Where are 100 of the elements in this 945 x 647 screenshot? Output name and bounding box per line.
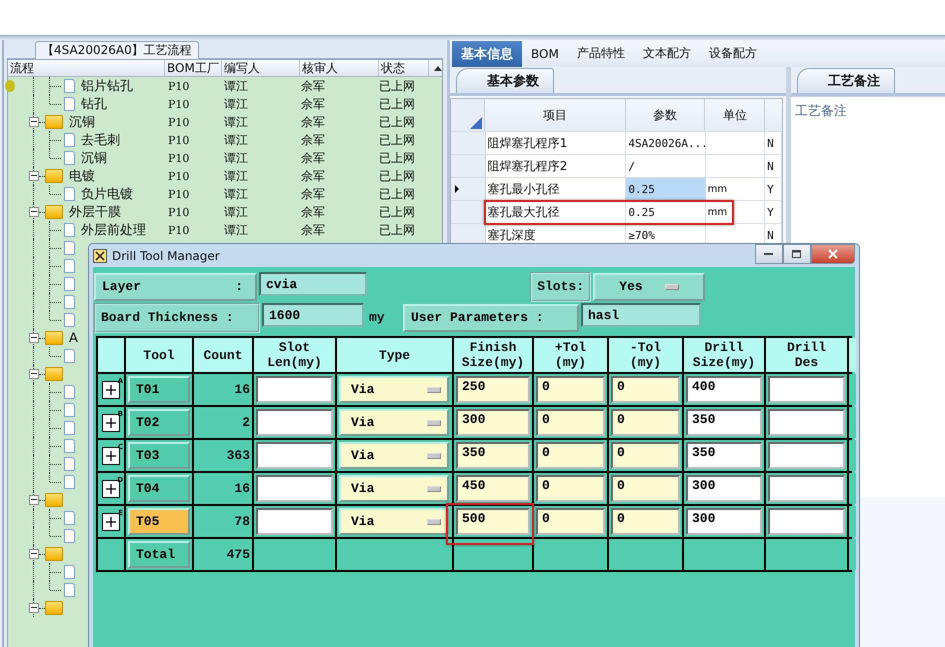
document-icon [64, 565, 75, 579]
input-field[interactable] [256, 442, 333, 469]
input-field[interactable] [256, 508, 333, 535]
input-field[interactable] [256, 376, 333, 403]
tool-button[interactable]: T05 [128, 508, 190, 535]
board-thickness-label: Board Thickness : [94, 302, 260, 332]
tool-button[interactable]: T01 [128, 376, 190, 403]
folder-icon [45, 367, 63, 381]
tree-item[interactable]: A [69, 330, 78, 346]
layer-field[interactable]: cvia [259, 272, 367, 296]
input-field[interactable]: 0 [536, 475, 605, 502]
type-dropdown[interactable]: Via [339, 442, 449, 469]
input-field[interactable]: 350 [686, 442, 762, 469]
collapse-icon[interactable] [29, 369, 39, 379]
tree-item[interactable]: 沉铜 [81, 150, 107, 166]
input-field[interactable] [768, 376, 845, 403]
document-icon [64, 223, 75, 237]
type-dropdown[interactable]: Via [339, 475, 449, 502]
tab[interactable]: 工艺备注 [797, 68, 895, 93]
tab[interactable]: 设备配方 [700, 41, 766, 66]
column-header: 单位 [705, 99, 766, 131]
input-field[interactable]: 350 [686, 409, 762, 436]
table-cell-text: 佘军 [300, 204, 326, 220]
input-field[interactable]: 300 [686, 508, 762, 535]
table-cell: mm [706, 201, 766, 223]
scroll-up-icon[interactable] [434, 66, 442, 71]
document-icon [64, 457, 75, 471]
type-dropdown[interactable]: Via [339, 508, 449, 535]
maximize-button[interactable] [783, 244, 811, 264]
tool-button[interactable]: T04 [128, 475, 190, 502]
input-field[interactable] [768, 508, 845, 535]
collapse-icon[interactable] [29, 333, 39, 343]
tree-item[interactable]: 沉铜 [69, 114, 95, 130]
total-button[interactable]: Total [128, 541, 190, 568]
document-icon [64, 295, 75, 309]
table-cell: / [626, 155, 706, 177]
input-field[interactable] [256, 475, 333, 502]
tool-button[interactable]: T03 [128, 442, 190, 469]
slots-dropdown[interactable]: Yes [593, 272, 705, 300]
tree-item[interactable]: 外层前处理 [81, 222, 146, 238]
tree-item[interactable]: 外层干膜 [69, 204, 121, 220]
input-field[interactable]: 400 [686, 376, 762, 403]
collapse-icon[interactable] [29, 117, 39, 127]
tree-item[interactable]: 钻孔 [81, 96, 107, 112]
tree-item[interactable]: 负片电镀 [81, 186, 133, 202]
input-field[interactable]: 350 [456, 442, 530, 469]
tab[interactable]: 文本配方 [634, 41, 700, 66]
input-field[interactable]: 0 [536, 508, 605, 535]
user-parameters-field[interactable]: hasl [581, 303, 701, 327]
row-header[interactable] [451, 178, 486, 200]
input-field[interactable]: 0 [611, 508, 680, 535]
layer-button[interactable]: Layer : [94, 272, 257, 300]
collapse-icon[interactable] [29, 549, 39, 559]
input-field[interactable]: 0 [611, 376, 680, 403]
input-field[interactable] [256, 409, 333, 436]
tree-item[interactable]: 电镀 [69, 168, 95, 184]
input-field[interactable] [768, 409, 845, 436]
collapse-icon[interactable] [29, 207, 39, 217]
input-field[interactable]: 0 [536, 442, 605, 469]
collapse-icon[interactable] [29, 603, 39, 613]
table-cell-text: 已上网 [378, 204, 416, 220]
minimize-button[interactable] [755, 244, 783, 264]
table-cell-text: 佘军 [300, 132, 326, 148]
count-value: 78 [234, 514, 250, 529]
input-field[interactable]: 0 [611, 475, 680, 502]
tab[interactable]: 产品特性 [568, 41, 634, 66]
input-field[interactable]: 0 [611, 409, 680, 436]
tab[interactable]: BOM [522, 42, 568, 64]
type-dropdown[interactable]: Via [339, 376, 449, 403]
collapse-icon[interactable] [29, 495, 39, 505]
input-field[interactable] [768, 442, 845, 469]
input-field[interactable]: 500 [456, 508, 530, 535]
table-cell: Y [765, 178, 782, 200]
plus-icon [105, 416, 117, 428]
tree-item[interactable]: 去毛刺 [81, 132, 120, 148]
input-field[interactable]: 0 [611, 442, 680, 469]
folder-icon [45, 205, 63, 219]
input-field[interactable]: 300 [686, 475, 762, 502]
column-header: 编写人 [222, 60, 300, 76]
tab[interactable]: 基本参数 [456, 68, 554, 93]
board-thickness-field[interactable]: 1600 [262, 303, 364, 327]
input-field[interactable]: 450 [456, 475, 530, 502]
input-field[interactable] [768, 475, 845, 502]
column-header: BOM工厂 [165, 60, 222, 76]
table-cell-text: 已上网 [378, 132, 416, 148]
input-field[interactable]: 0 [536, 376, 605, 403]
document-icon [64, 511, 75, 525]
tree-item[interactable]: 铝片钻孔 [81, 78, 133, 94]
tab[interactable]: 基本信息 [452, 40, 522, 66]
input-field[interactable]: 300 [456, 409, 530, 436]
column-header: 核审人 [300, 60, 379, 76]
tool-button[interactable]: T02 [128, 409, 190, 436]
user-parameters-button[interactable]: User Parameters : [403, 304, 579, 332]
type-dropdown[interactable]: Via [339, 409, 449, 436]
row-header[interactable] [451, 201, 486, 223]
close-button[interactable] [811, 244, 855, 264]
collapse-icon[interactable] [29, 171, 39, 181]
input-field[interactable]: 0 [536, 409, 605, 436]
input-field[interactable]: 250 [456, 376, 530, 403]
table-cell-text: 已上网 [378, 78, 416, 94]
